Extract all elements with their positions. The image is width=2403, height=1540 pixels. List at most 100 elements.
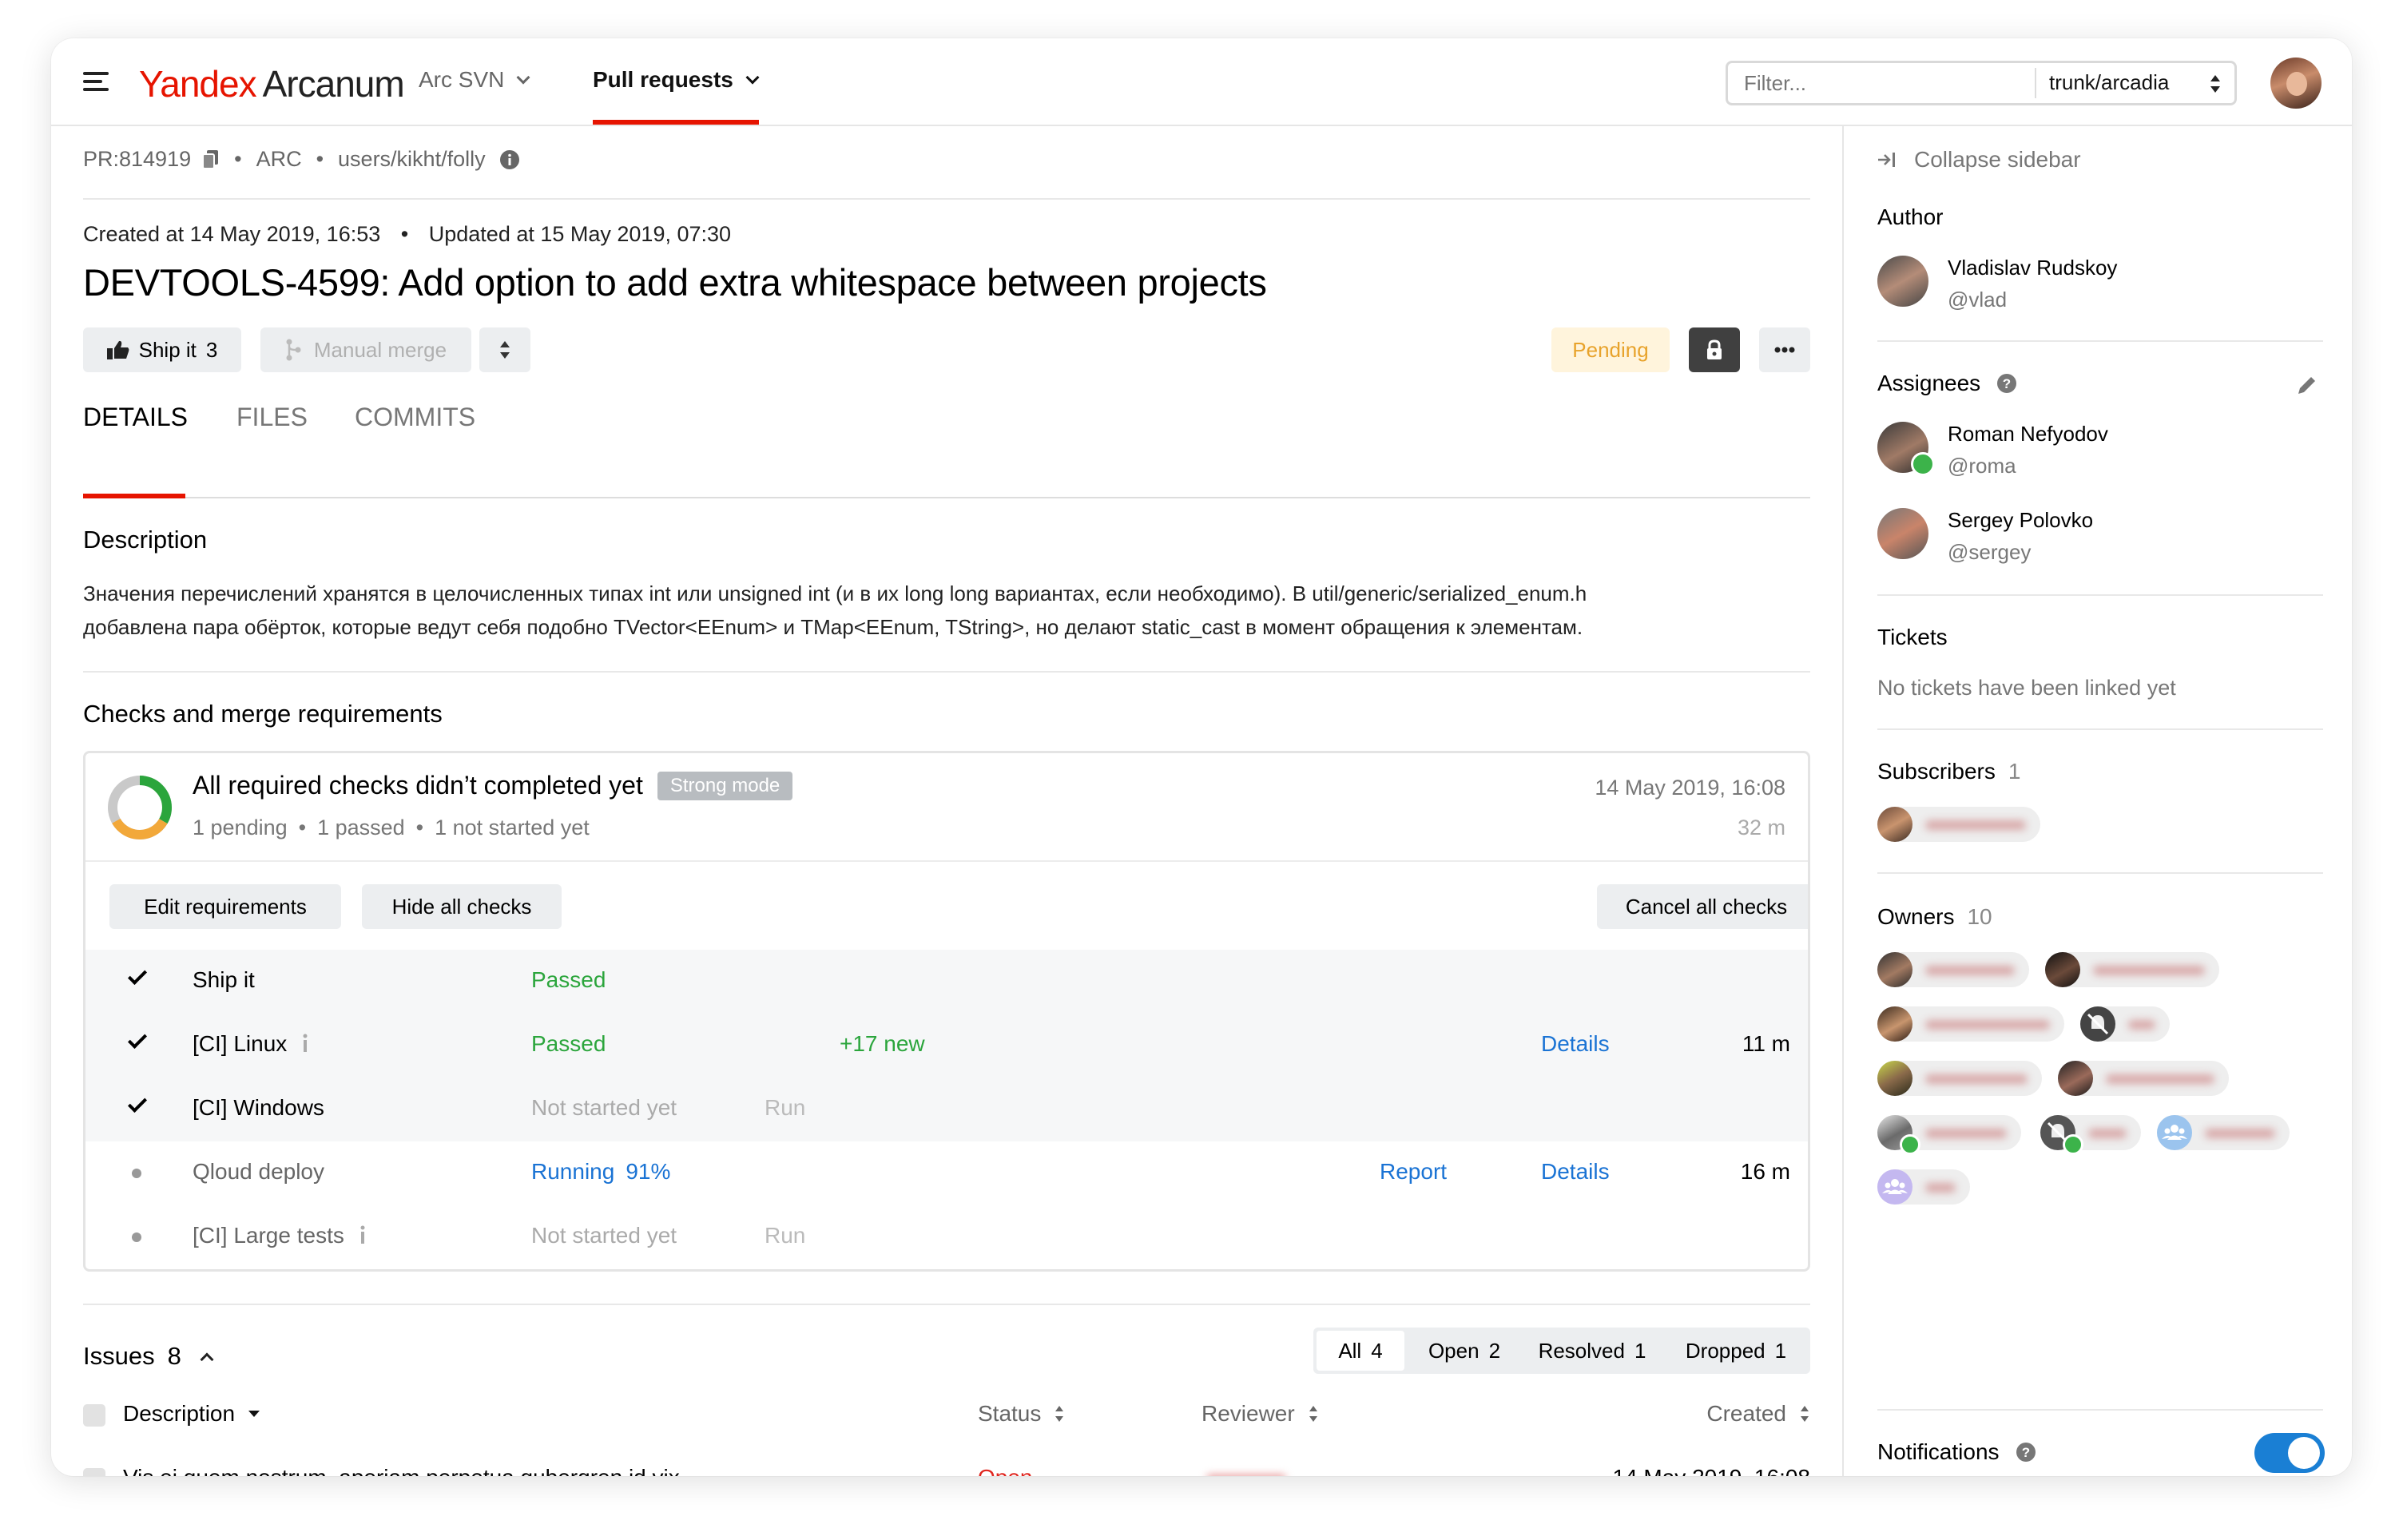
sidebar: Collapse sidebar Author Vladislav Rudsko… <box>1842 126 2352 1476</box>
report-link[interactable]: Report <box>1380 1159 1447 1185</box>
assignee-avatar[interactable] <box>1877 508 1928 559</box>
assignees-heading: Assignees ? <box>1877 371 2017 396</box>
issue-status: Open <box>978 1465 1033 1476</box>
issue-created: 14 May 2019, 16:08 <box>1612 1465 1810 1476</box>
table-row[interactable]: Vis ei quem nostrum, aperiam perpetua gu… <box>51 1452 1842 1476</box>
nav-arc-svn[interactable]: Arc SVN <box>419 67 530 93</box>
ship-it-button[interactable]: Ship it 3 <box>83 327 241 372</box>
breadcrumb-branch[interactable]: users/kikht/folly <box>338 147 486 172</box>
notifications-toggle[interactable] <box>2254 1433 2325 1473</box>
info-icon[interactable] <box>301 1034 309 1053</box>
filter-divider <box>2035 68 2036 98</box>
owner-avatar <box>1877 952 1912 987</box>
author-name[interactable]: Vladislav Rudskoy <box>1948 256 2117 280</box>
breadcrumb: PR:814919 • ARC • users/kikht/folly <box>83 147 519 172</box>
merge-icon <box>286 339 301 361</box>
approved-icon <box>1900 1134 1920 1155</box>
merge-options-button[interactable] <box>479 327 530 372</box>
details-link[interactable]: Details <box>1541 1159 1610 1185</box>
nav-active-underline <box>593 120 759 125</box>
info-icon[interactable] <box>499 149 519 169</box>
details-link[interactable]: Details <box>1541 1031 1610 1057</box>
owners-heading: Owners 10 <box>1877 904 1992 929</box>
col-description[interactable]: Description <box>123 1401 260 1427</box>
breadcrumb-repo[interactable]: ARC <box>256 147 302 172</box>
tab-files[interactable]: FILES <box>236 403 308 432</box>
assignee-login: @roma <box>1948 454 2016 478</box>
cancel-all-checks-button[interactable]: Cancel all checks <box>1597 884 1808 929</box>
filter-input[interactable] <box>1728 63 2032 103</box>
row-checkbox[interactable] <box>83 1468 105 1476</box>
check-row: [CI] Linux Passed +17 new Details 11 m <box>85 1014 1808 1078</box>
hide-all-checks-button[interactable]: Hide all checks <box>362 884 562 929</box>
menu-icon[interactable] <box>83 70 109 93</box>
checks-panel: All required checks didn’t completed yet… <box>83 751 1810 1272</box>
group-icon <box>1877 1169 1912 1205</box>
logo[interactable]: Yandex Arcanum <box>139 62 405 105</box>
notifications-label: Notifications ? <box>1877 1439 2036 1465</box>
checks-heading: Checks and merge requirements <box>83 700 443 728</box>
author-avatar[interactable] <box>1877 256 1928 307</box>
bullet-icon <box>132 1232 141 1242</box>
sort-icon <box>2210 75 2220 93</box>
divider <box>83 198 1810 200</box>
filter-open[interactable]: Open 2 <box>1412 1331 1516 1371</box>
lock-button[interactable] <box>1689 327 1740 372</box>
assignee-name[interactable]: Sergey Polovko <box>1948 508 2093 533</box>
top-bar: YandexArcanum Arc SVN Pull requests trun… <box>51 38 2352 126</box>
logo-yandex: Yandex <box>139 63 257 105</box>
user-avatar[interactable] <box>2270 58 2322 109</box>
filter-resolved[interactable]: Resolved 1 <box>1524 1331 1660 1371</box>
edit-icon[interactable] <box>2296 374 2318 396</box>
assignee-name[interactable]: Roman Nefyodov <box>1948 422 2108 447</box>
filter-all[interactable]: All 4 <box>1317 1331 1404 1371</box>
chevron-down-icon <box>745 70 760 85</box>
select-all-checkbox[interactable] <box>83 1404 105 1427</box>
pr-id[interactable]: PR:814919 <box>83 147 191 172</box>
run-link[interactable]: Run <box>765 1223 805 1248</box>
checks-summary-title: All required checks didn’t completed yet… <box>193 771 793 800</box>
new-tests-count[interactable]: +17 new <box>840 1031 925 1057</box>
run-link[interactable]: Run <box>765 1095 805 1121</box>
check-icon <box>127 1093 148 1113</box>
tab-commits[interactable]: COMMITS <box>355 403 475 432</box>
tab-details[interactable]: DETAILS <box>83 403 188 432</box>
check-status: Passed <box>531 967 606 992</box>
approved-icon <box>1911 452 1935 476</box>
bell-off-icon <box>2087 1013 2109 1035</box>
check-name: Ship it <box>193 967 255 992</box>
chevron-down-icon <box>516 70 530 85</box>
pr-dates: Created at 14 May 2019, 16:53 • Updated … <box>83 222 732 246</box>
col-created[interactable]: Created <box>1706 1401 1810 1427</box>
check-icon <box>127 965 148 986</box>
filter-dropped[interactable]: Dropped 1 <box>1668 1331 1804 1371</box>
edit-requirements-button[interactable]: Edit requirements <box>109 884 341 929</box>
subscribers-heading: Subscribers 1 <box>1877 759 2021 784</box>
col-reviewer[interactable]: Reviewer <box>1202 1401 1319 1427</box>
tab-active-underline <box>83 494 185 498</box>
check-status: Not started yet <box>531 1223 677 1248</box>
owner-avatar <box>1877 1061 1912 1096</box>
issues-header[interactable]: Issues 8 <box>83 1342 214 1371</box>
strong-mode-badge: Strong mode <box>657 771 793 800</box>
status-badge: Pending <box>1551 327 1670 372</box>
owner-avatar <box>1877 1006 1912 1042</box>
divider <box>1877 872 2323 874</box>
copy-icon[interactable] <box>202 149 220 170</box>
nav-pull-requests[interactable]: Pull requests <box>593 67 760 93</box>
check-icon <box>127 1029 148 1050</box>
more-button[interactable] <box>1759 327 1810 372</box>
check-row: [CI] Large tests Not started yet Run <box>85 1205 1808 1269</box>
manual-merge-button[interactable]: Manual merge <box>260 327 471 372</box>
caret-down-icon <box>248 1411 260 1417</box>
help-icon[interactable]: ? <box>1996 373 2017 394</box>
col-status[interactable]: Status <box>978 1401 1065 1427</box>
lock-icon <box>1707 339 1722 359</box>
check-status: Not started yet <box>531 1095 677 1120</box>
tickets-heading: Tickets <box>1877 625 1948 649</box>
branch-select[interactable]: trunk/arcadia <box>2049 70 2225 97</box>
help-icon[interactable]: ? <box>2016 1442 2036 1463</box>
info-icon[interactable] <box>359 1225 367 1244</box>
divider <box>83 671 1810 673</box>
collapse-sidebar-button[interactable]: Collapse sidebar <box>1877 147 2081 173</box>
